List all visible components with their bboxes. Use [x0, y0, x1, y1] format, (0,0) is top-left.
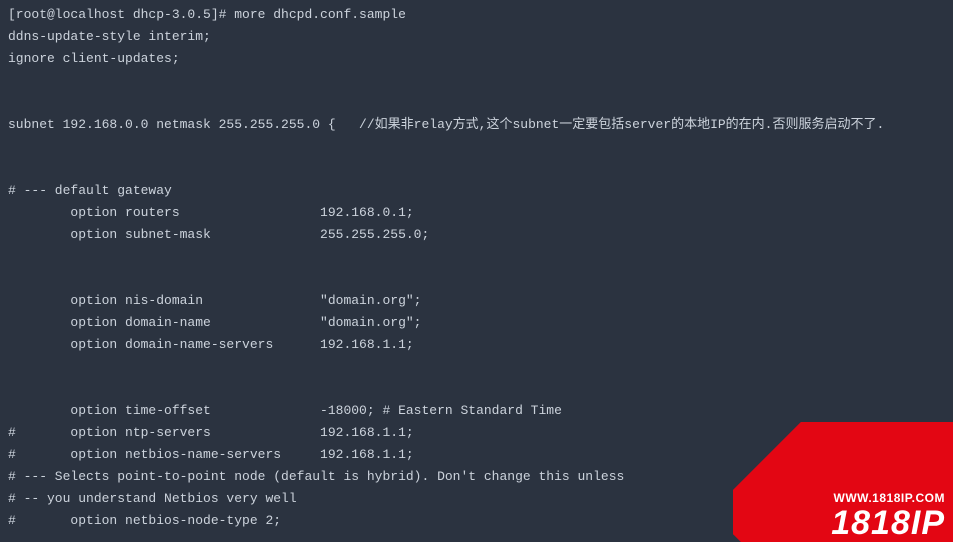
terminal-output: [root@localhost dhcp-3.0.5]# more dhcpd.…	[8, 4, 945, 532]
